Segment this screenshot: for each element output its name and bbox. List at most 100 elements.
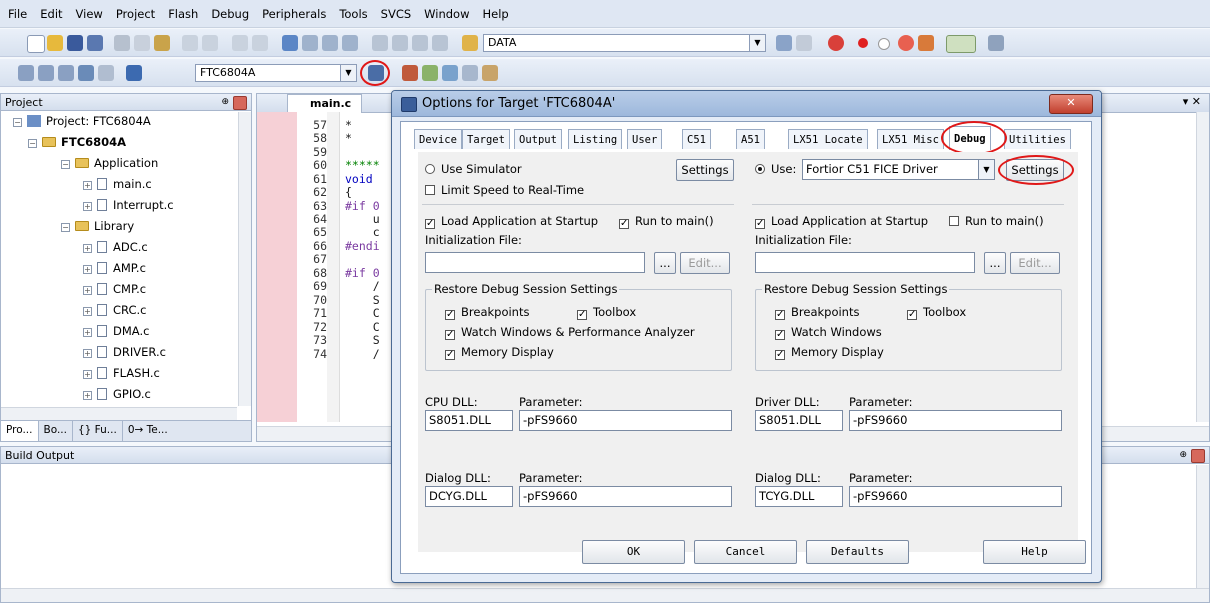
file-extensions-icon[interactable] <box>402 65 418 81</box>
tab-device[interactable]: Device <box>414 129 462 149</box>
load-app-checkbox[interactable]: ✓ Load Application at Startup <box>425 214 598 229</box>
pin-icon[interactable]: ⊕ <box>221 94 229 111</box>
init-file-input[interactable] <box>425 252 645 273</box>
close-icon[interactable] <box>233 96 247 110</box>
menu-edit[interactable]: Edit <box>40 7 62 21</box>
tab-a51[interactable]: A51 <box>736 129 765 149</box>
expand-icon[interactable]: + <box>83 370 92 379</box>
browse-button[interactable]: ... <box>984 252 1006 274</box>
menu-peripherals[interactable]: Peripherals <box>262 7 326 21</box>
ok-button[interactable]: OK <box>582 540 685 564</box>
dialog-dll-input[interactable]: DCYG.DLL <box>425 486 513 507</box>
tab-main-c[interactable]: main.c <box>287 94 363 113</box>
tab-output[interactable]: Output <box>514 129 562 149</box>
clear-bookmarks-icon[interactable] <box>342 35 358 51</box>
incremental-find-icon[interactable] <box>796 35 812 51</box>
tree-file[interactable]: + CRC.c <box>83 301 146 319</box>
menu-file[interactable]: File <box>8 7 27 21</box>
watch-windows-checkbox[interactable]: ✓ Watch Windows <box>775 325 882 340</box>
debug-session-icon[interactable] <box>828 35 844 51</box>
batch-build-icon[interactable] <box>78 65 94 81</box>
tab-c51[interactable]: C51 <box>682 129 711 149</box>
help-button[interactable]: Help <box>983 540 1086 564</box>
driver-param-input[interactable]: -pFS9660 <box>849 410 1062 431</box>
tab-lx51-misc[interactable]: LX51 Misc <box>877 129 944 149</box>
tab-books[interactable]: Bo... <box>39 421 73 441</box>
tab-utilities[interactable]: Utilities <box>1004 129 1071 149</box>
tree-file[interactable]: + DMA.c <box>83 322 149 340</box>
defaults-button[interactable]: Defaults <box>806 540 909 564</box>
edit-button[interactable]: Edit... <box>1010 252 1060 274</box>
cancel-button[interactable]: Cancel <box>694 540 797 564</box>
configure-icon[interactable] <box>988 35 1004 51</box>
dialog-param-input[interactable]: -pFS9660 <box>519 486 732 507</box>
indent-icon[interactable] <box>372 35 388 51</box>
tab-user[interactable]: User <box>627 129 663 149</box>
close-icon[interactable] <box>1191 449 1205 463</box>
copy-icon[interactable] <box>134 35 150 51</box>
redo-icon[interactable] <box>202 35 218 51</box>
download-icon[interactable] <box>126 65 142 81</box>
comment-icon[interactable] <box>412 35 428 51</box>
tree-file[interactable]: + FLASH.c <box>83 364 160 382</box>
init-file-input[interactable] <box>755 252 975 273</box>
manage-components-icon[interactable] <box>422 65 438 81</box>
tab-functions[interactable]: {} Fu... <box>73 421 123 441</box>
tree-file[interactable]: + AMP.c <box>83 259 146 277</box>
toolbox-checkbox[interactable]: ✓ Toolbox <box>577 305 636 320</box>
stop-build-icon[interactable] <box>98 65 114 81</box>
collapse-icon[interactable]: − <box>13 118 22 127</box>
menu-view[interactable]: View <box>76 7 103 21</box>
books-icon[interactable] <box>482 65 498 81</box>
breakpoint-icon[interactable] <box>858 38 868 48</box>
driver-dll-input[interactable]: S8051.DLL <box>755 410 843 431</box>
driver-select[interactable]: Fortior C51 FICE Driver ▼ <box>802 159 995 180</box>
tab-templates[interactable]: 0→ Te... <box>123 421 173 441</box>
collapse-icon[interactable]: − <box>61 160 70 169</box>
breakpoints-checkbox[interactable]: ✓ Breakpoints <box>445 305 529 320</box>
prev-bookmark-icon[interactable] <box>302 35 318 51</box>
tab-list-chevron-icon[interactable]: ▾ ✕ <box>1183 95 1201 108</box>
find-icon[interactable] <box>776 35 792 51</box>
target-combo[interactable]: FTC6804A ▼ <box>195 64 357 82</box>
expand-icon[interactable]: + <box>83 328 92 337</box>
paste-icon[interactable] <box>154 35 170 51</box>
tree-scrollbar[interactable] <box>238 112 251 406</box>
build-output-scrollbar[interactable] <box>1196 465 1209 589</box>
uncomment-icon[interactable] <box>432 35 448 51</box>
tree-file[interactable]: + Interrupt.c <box>83 196 174 214</box>
cpu-dll-input[interactable]: S8051.DLL <box>425 410 513 431</box>
menu-project[interactable]: Project <box>116 7 155 21</box>
collapse-icon[interactable]: − <box>28 139 37 148</box>
save-all-icon[interactable] <box>87 35 103 51</box>
new-file-icon[interactable] <box>27 35 45 53</box>
chevron-down-icon[interactable]: ▼ <box>340 65 356 81</box>
build-icon[interactable] <box>38 65 54 81</box>
bookmark-icon[interactable] <box>282 35 298 51</box>
tree-file[interactable]: + CMP.c <box>83 280 146 298</box>
menu-svcs[interactable]: SVCS <box>381 7 412 21</box>
tab-listing[interactable]: Listing <box>568 129 623 149</box>
undo-icon[interactable] <box>182 35 198 51</box>
find-in-files-icon[interactable] <box>462 35 478 51</box>
browse-button[interactable]: ... <box>654 252 676 274</box>
menu-window[interactable]: Window <box>424 7 469 21</box>
limit-speed-checkbox[interactable]: Limit Speed to Real-Time <box>425 183 584 197</box>
run-to-main-checkbox[interactable]: Run to main() <box>949 214 1044 228</box>
disable-breakpoint-icon[interactable] <box>878 38 890 50</box>
tree-hscrollbar[interactable] <box>1 407 237 421</box>
expand-icon[interactable]: + <box>83 244 92 253</box>
next-bookmark-icon[interactable] <box>322 35 338 51</box>
rebuild-icon[interactable] <box>58 65 74 81</box>
expand-icon[interactable]: + <box>83 391 92 400</box>
find-combo[interactable]: DATA ▼ <box>483 34 766 52</box>
tree-root[interactable]: − Project: FTC6804A <box>13 112 151 130</box>
menu-flash[interactable]: Flash <box>168 7 198 21</box>
use-driver-radio[interactable]: Use: <box>755 162 796 176</box>
unindent-icon[interactable] <box>392 35 408 51</box>
memory-display-checkbox[interactable]: ✓ Memory Display <box>445 345 554 360</box>
nav-forward-icon[interactable] <box>252 35 268 51</box>
expand-icon[interactable]: + <box>83 349 92 358</box>
nav-back-icon[interactable] <box>232 35 248 51</box>
collapse-icon[interactable]: − <box>61 223 70 232</box>
